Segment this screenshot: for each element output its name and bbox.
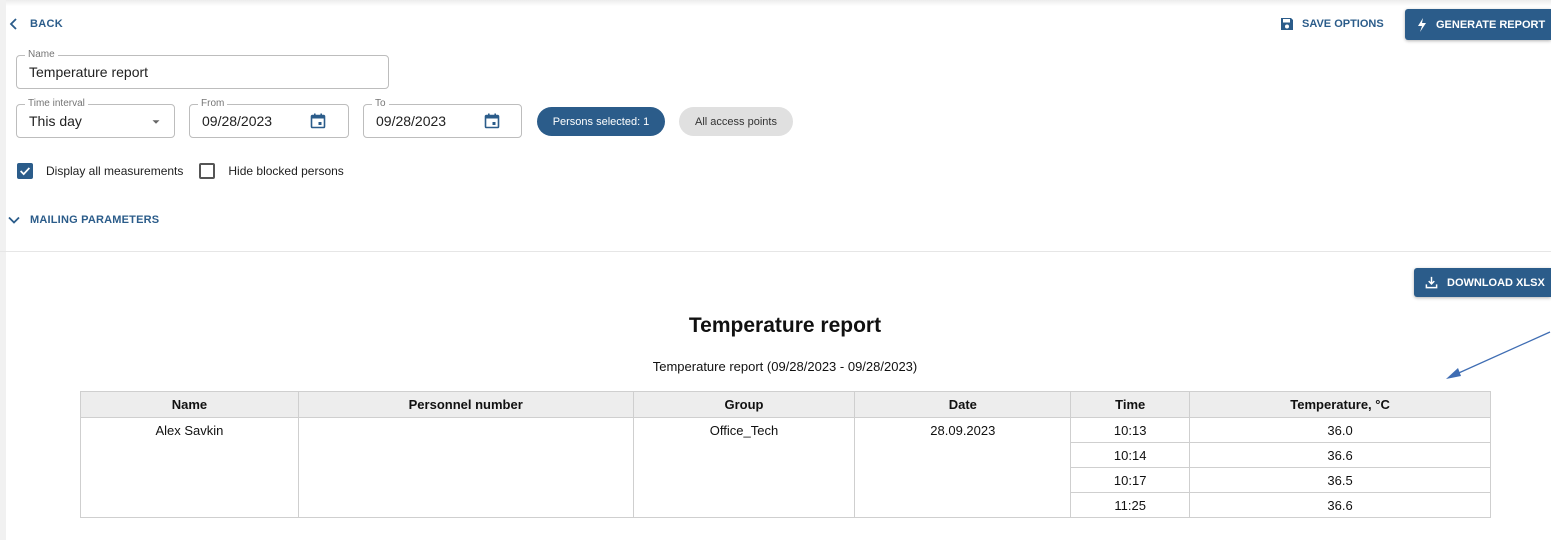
- chevron-left-icon: [9, 18, 17, 30]
- back-button[interactable]: BACK: [8, 14, 63, 34]
- annotation-arrow: [1446, 331, 1551, 379]
- check-icon: [20, 167, 31, 176]
- temperature-cell: 36.5: [1189, 467, 1491, 493]
- table-row: Alex Savkin Office_Tech 28.09.2023 10:13…: [80, 417, 1491, 518]
- from-date-label: From: [198, 98, 228, 110]
- table-header-row: Name Personnel number Group Date Time Te…: [80, 391, 1491, 418]
- chevron-down-icon: [8, 216, 20, 224]
- download-xlsx-label: DOWNLOAD XLSX: [1447, 276, 1545, 289]
- hide-blocked-label[interactable]: Hide blocked persons: [228, 164, 343, 178]
- generate-report-label: GENERATE REPORT: [1436, 18, 1546, 31]
- report-title: Temperature report: [688, 314, 882, 337]
- to-date-label: To: [372, 98, 389, 110]
- column-header: Temperature, °C: [1189, 391, 1491, 418]
- back-label: BACK: [30, 18, 63, 30]
- floppy-disk-icon: [1281, 18, 1293, 30]
- from-date-field[interactable]: From 09/28/2023: [189, 98, 349, 138]
- to-date-field[interactable]: To 09/28/2023: [363, 98, 522, 138]
- top-shadow: [0, 0, 1551, 6]
- save-options-button[interactable]: SAVE OPTIONS: [1280, 10, 1384, 38]
- lightning-icon: [1418, 17, 1426, 32]
- download-xlsx-button[interactable]: DOWNLOAD XLSX: [1414, 268, 1551, 297]
- name-field-value: Temperature report: [29, 64, 149, 80]
- dropdown-arrow-icon: [152, 120, 160, 124]
- section-divider: [0, 251, 1551, 252]
- time-cell: 10:14: [1070, 442, 1191, 468]
- time-interval-value: This day: [29, 113, 82, 129]
- column-header: Name: [80, 391, 299, 418]
- time-cell: 10:13: [1070, 417, 1191, 443]
- save-options-label: SAVE OPTIONS: [1302, 18, 1384, 30]
- temperature-cell: 36.0: [1189, 417, 1491, 443]
- hide-blocked-checkbox[interactable]: [199, 163, 216, 179]
- group-cell: Office_Tech: [632, 417, 856, 518]
- date-cell: 28.09.2023: [854, 417, 1072, 518]
- calendar-icon[interactable]: [310, 113, 326, 129]
- calendar-icon[interactable]: [484, 113, 500, 129]
- to-date-value: 09/28/2023: [376, 113, 447, 129]
- column-header: Group: [632, 391, 856, 418]
- personnel-number-cell: [297, 417, 634, 518]
- access-points-chip[interactable]: All access points: [679, 107, 793, 136]
- mailing-parameters-toggle[interactable]: MAILING PARAMETERS: [8, 214, 159, 226]
- report-subtitle: Temperature report (09/28/2023 - 09/28/2…: [652, 359, 918, 374]
- checkbox-row: Display all measurements Hide blocked pe…: [17, 163, 344, 179]
- from-date-value: 09/28/2023: [202, 113, 273, 129]
- time-interval-label: Time interval: [25, 98, 88, 110]
- persons-selected-chip[interactable]: Persons selected: 1: [537, 107, 665, 136]
- person-name-cell: Alex Savkin: [80, 417, 299, 518]
- column-header: Personnel number: [297, 391, 634, 418]
- name-field-label: Name: [25, 49, 58, 61]
- display-all-checkbox[interactable]: [17, 163, 33, 179]
- generate-report-button[interactable]: GENERATE REPORT: [1405, 9, 1551, 40]
- mailing-parameters-label: MAILING PARAMETERS: [30, 214, 160, 226]
- temperature-cell: 36.6: [1189, 442, 1491, 468]
- name-field[interactable]: Name Temperature report: [16, 49, 389, 89]
- report-table: Name Personnel number Group Date Time Te…: [80, 391, 1491, 518]
- time-cell: 10:17: [1070, 467, 1191, 493]
- column-header: Time: [1070, 391, 1191, 418]
- download-icon: [1425, 276, 1438, 289]
- time-cell: 11:25: [1070, 492, 1191, 518]
- left-edge: [0, 0, 6, 540]
- display-all-label[interactable]: Display all measurements: [46, 164, 183, 178]
- time-interval-select[interactable]: Time interval This day: [16, 98, 175, 138]
- column-header: Date: [854, 391, 1072, 418]
- temperature-cell: 36.6: [1189, 492, 1491, 518]
